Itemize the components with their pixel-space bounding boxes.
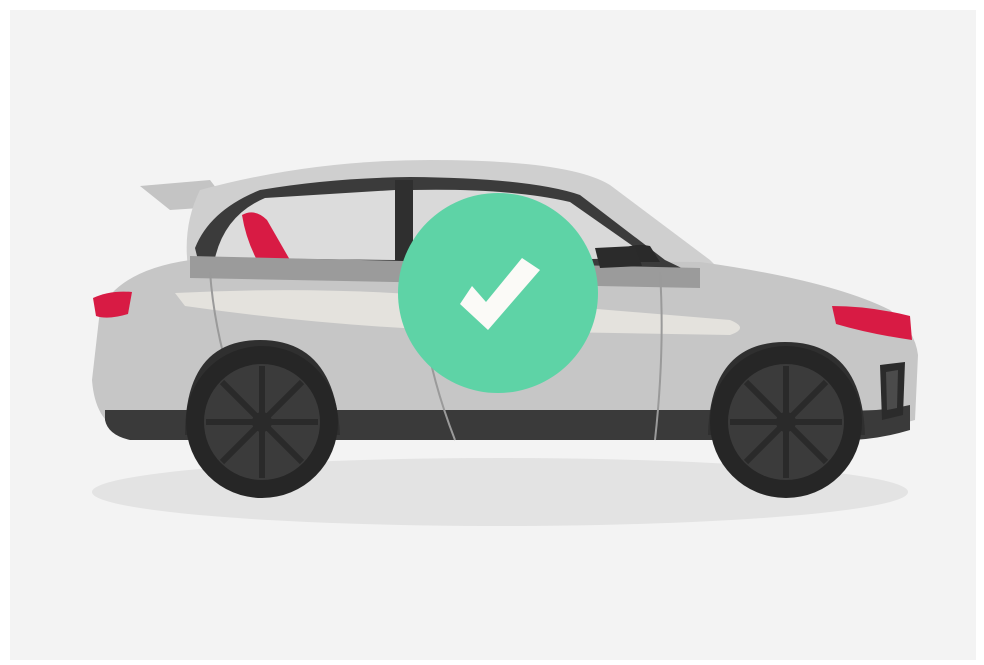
rear-wheel (186, 346, 338, 498)
side-mirror (595, 246, 642, 268)
car-illustration (92, 160, 918, 526)
checkmark-badge (398, 193, 598, 393)
grille-slat (886, 370, 898, 410)
front-wheel (710, 346, 862, 498)
tail-light (93, 291, 132, 318)
illustration-canvas (10, 10, 976, 660)
